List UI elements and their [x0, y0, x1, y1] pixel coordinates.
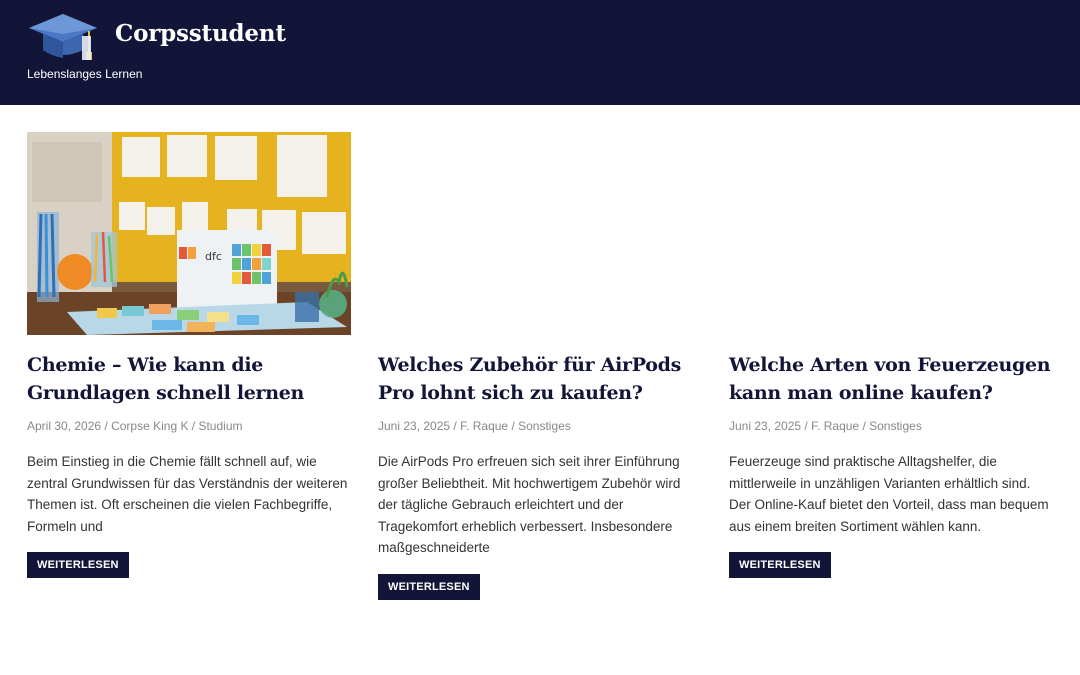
post-category[interactable]: Sonstiges — [869, 419, 922, 433]
post-author[interactable]: F. Raque — [460, 419, 508, 433]
post-category[interactable]: Sonstiges — [518, 419, 571, 433]
post-title[interactable]: Chemie – Wie kann die Grundlagen schnell… — [27, 351, 351, 407]
post-meta: April 30, 2026 / Corpse King K / Studium — [27, 418, 351, 434]
post-title[interactable]: Welche Arten von Feuerzeugen kann man on… — [729, 351, 1053, 407]
post-excerpt: Die AirPods Pro erfreuen sich seit ihrer… — [378, 454, 681, 555]
post-excerpt: Feuerzeuge sind praktische Alltagshelfer… — [729, 454, 1049, 534]
read-more-button[interactable]: WEITERLESEN — [729, 552, 831, 578]
post-date[interactable]: Juni 23, 2025 — [378, 419, 450, 433]
post-card: Welches Zubehör für AirPods Pro lohnt si… — [378, 132, 702, 600]
post-title[interactable]: Welches Zubehör für AirPods Pro lohnt si… — [378, 351, 702, 407]
image-text: dfc — [205, 250, 222, 263]
read-more-button[interactable]: WEITERLESEN — [378, 573, 480, 600]
post-author[interactable]: Corpse King K — [111, 419, 188, 433]
post-meta: Juni 23, 2025 / F. Raque / Sonstiges — [729, 418, 1053, 434]
post-card: Welche Arten von Feuerzeugen kann man on… — [729, 132, 1053, 578]
post-card: dfc Chemie – Wie kann die Grundlagen sch… — [27, 132, 351, 578]
post-excerpt: Beim Einstieg in die Chemie fällt schnel… — [27, 454, 348, 534]
post-meta: Juni 23, 2025 / F. Raque / Sonstiges — [378, 418, 702, 434]
post-category[interactable]: Studium — [198, 419, 242, 433]
post-thumbnail-image[interactable]: dfc — [27, 132, 351, 335]
post-date[interactable]: Juni 23, 2025 — [729, 419, 801, 433]
post-author[interactable]: F. Raque — [811, 419, 859, 433]
graduation-cap-icon[interactable] — [27, 12, 99, 62]
site-tagline: Lebenslanges Lernen — [27, 67, 143, 81]
post-date[interactable]: April 30, 2026 — [27, 419, 101, 433]
site-header: Corpsstudent Lebenslanges Lernen — [0, 0, 1080, 105]
site-title[interactable]: Corpsstudent — [115, 20, 286, 47]
read-more-button[interactable]: WEITERLESEN — [27, 552, 129, 578]
